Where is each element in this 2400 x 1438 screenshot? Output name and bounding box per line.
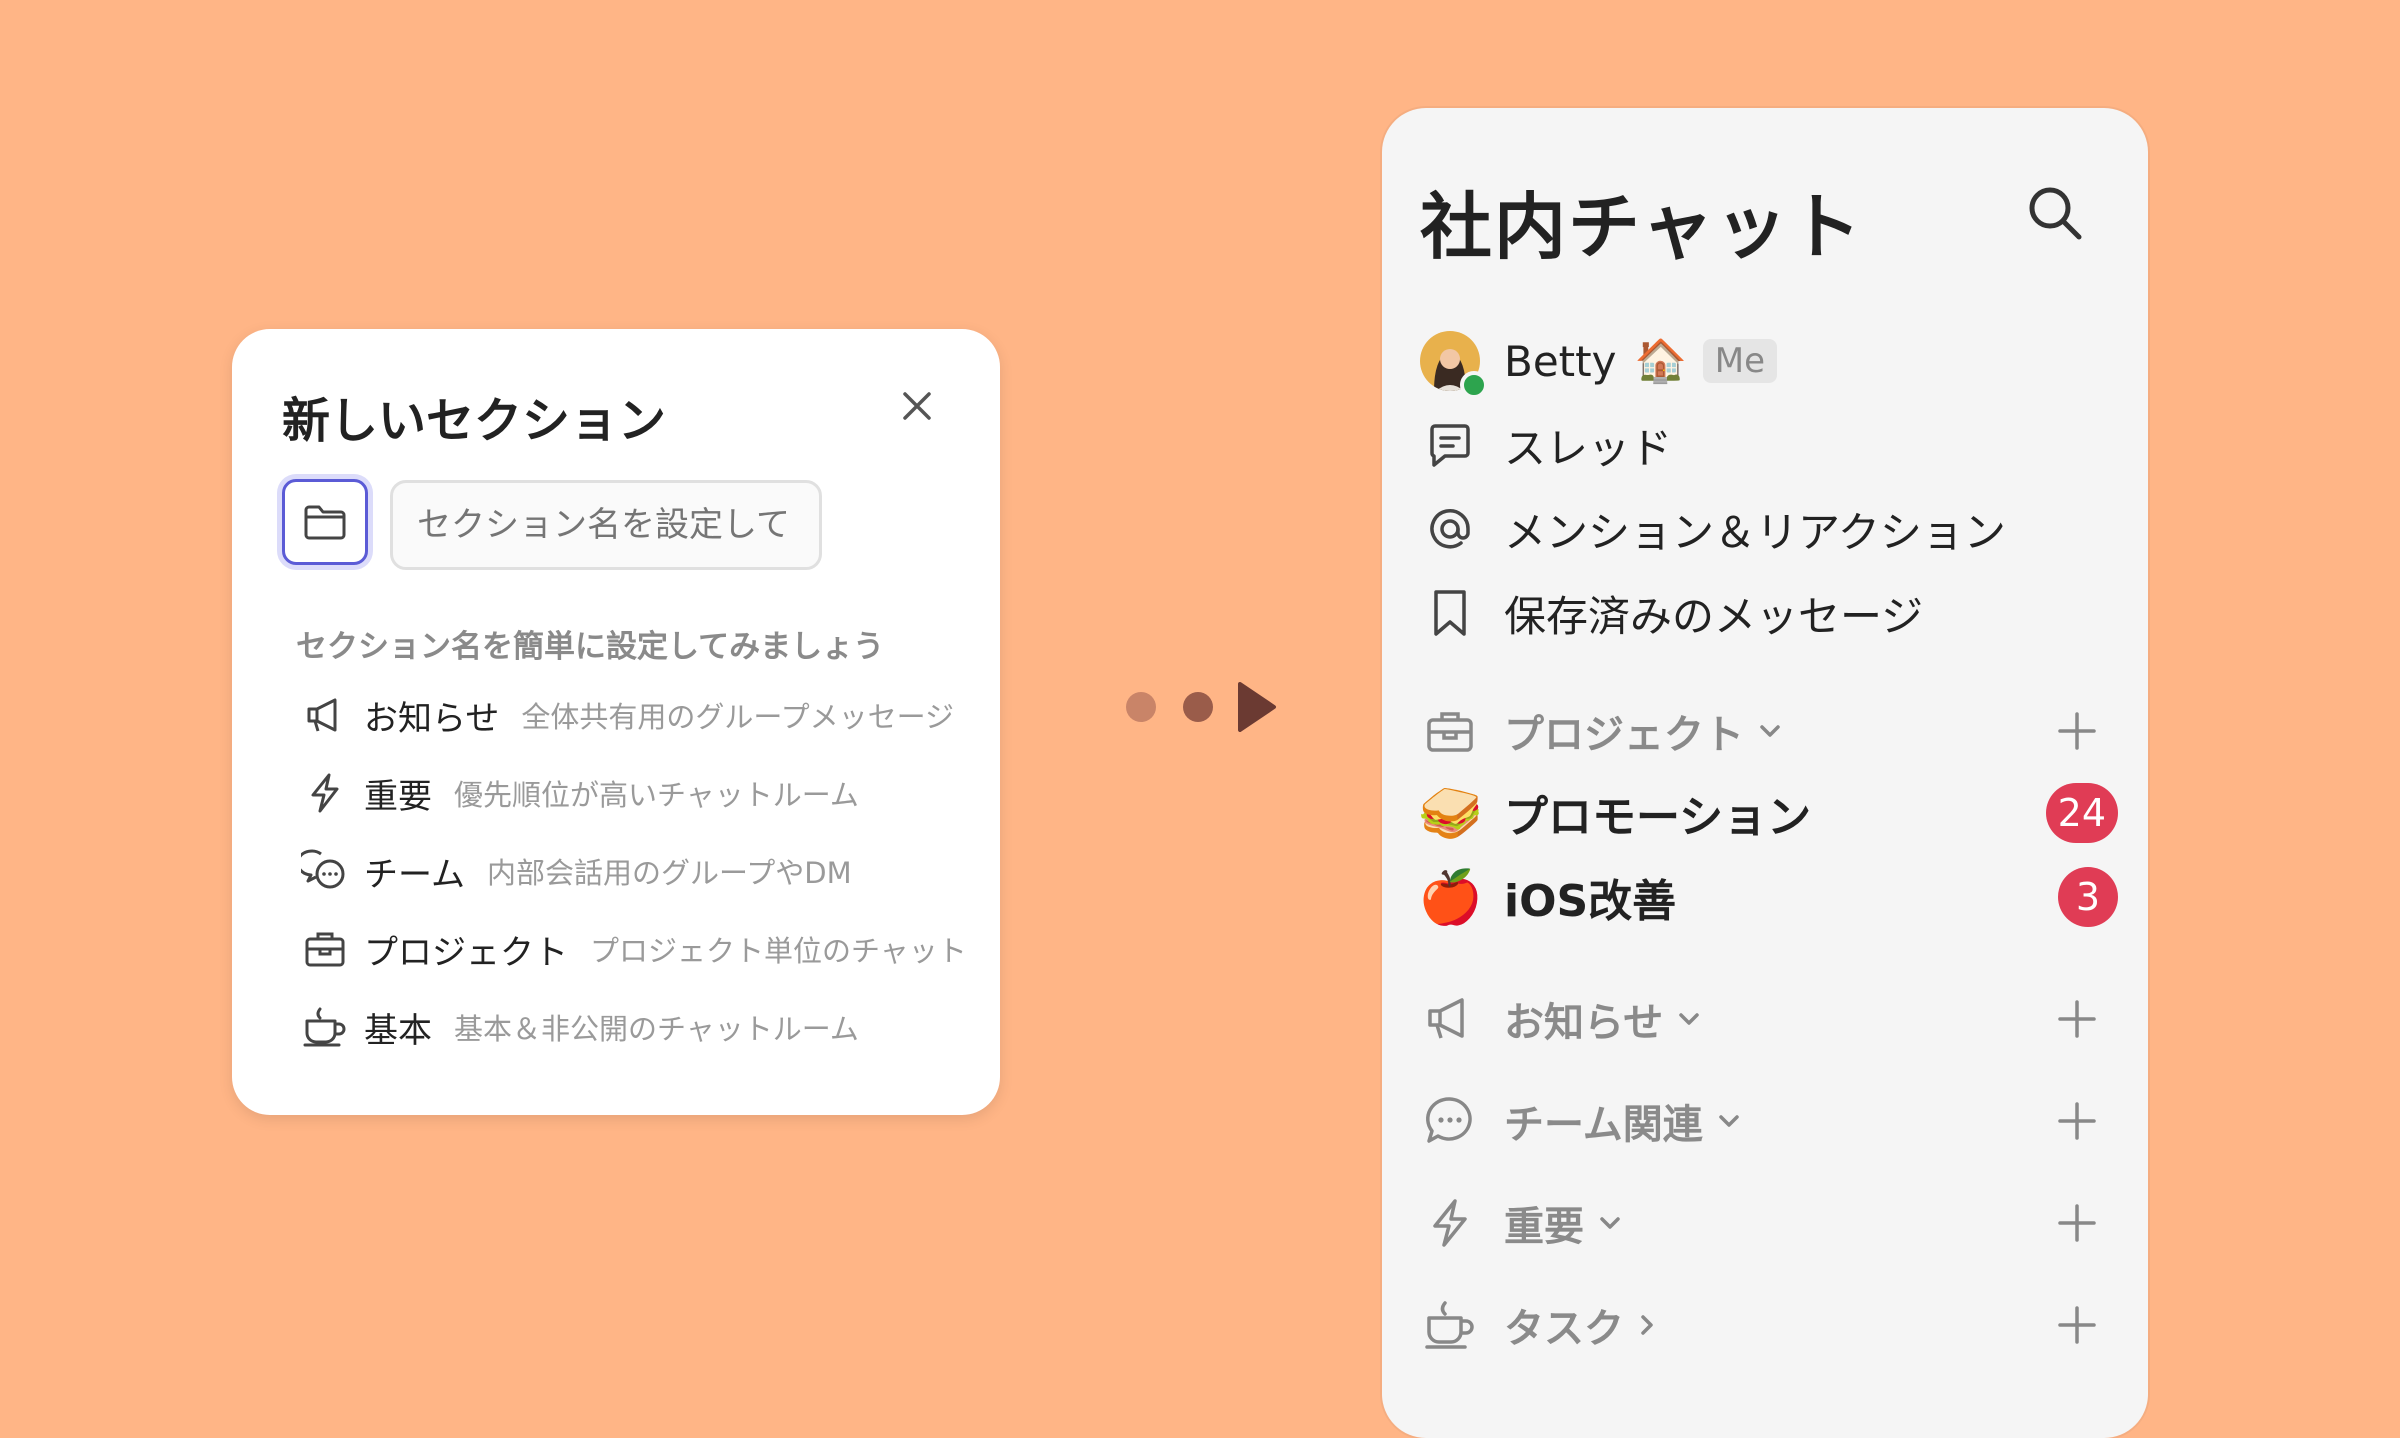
sidebar-item-label: メンション＆リアクション xyxy=(1504,507,2006,557)
folder-icon-button[interactable] xyxy=(282,479,368,565)
chevron-down-icon[interactable] xyxy=(1758,723,1782,739)
channel-emoji: 🍎 xyxy=(1418,867,1483,928)
chevron-right-icon[interactable] xyxy=(1638,1313,1656,1337)
at-icon xyxy=(1418,497,1482,561)
hint-text: セクション名を簡単に設定してみましょう xyxy=(296,629,885,665)
suggestion-desc: 基本＆非公開のチャットルーム xyxy=(454,1012,859,1046)
section-header-team[interactable]: チーム関連 xyxy=(1418,1086,2108,1156)
suggestion-item[interactable]: チーム 内部会話用のグループやDM xyxy=(298,841,852,901)
channel-emoji: 🥪 xyxy=(1418,783,1483,844)
me-badge: Me xyxy=(1702,339,1778,383)
channel-name: プロモーション xyxy=(1504,792,1812,843)
section-label: 重要 xyxy=(1504,1204,1584,1250)
chevron-down-icon[interactable] xyxy=(1717,1113,1741,1129)
suggestion-desc: 優先順位が高いチャットルーム xyxy=(454,778,859,812)
section-header-tasks[interactable]: タスク xyxy=(1418,1290,2108,1360)
sidebar-item-label: 保存済みのメッセージ xyxy=(1504,591,1924,641)
sidebar-item-mentions[interactable]: メンション＆リアクション xyxy=(1418,494,2006,564)
section-label: タスク xyxy=(1504,1306,1624,1352)
unread-badge: 24 xyxy=(2045,783,2118,843)
sidebar-item-label: スレッド xyxy=(1504,423,1673,473)
add-icon[interactable] xyxy=(2056,1100,2098,1142)
workspace-title: 社内チャット xyxy=(1420,185,1864,269)
chat-sidebar: 社内チャット Betty 🏠 Me スレッド メンション＆リアクション 保存済み… xyxy=(1382,108,2148,1438)
section-label: お知らせ xyxy=(1504,1000,1664,1046)
user-profile-item[interactable]: Betty 🏠 Me xyxy=(1418,326,1778,399)
suggestion-name: プロジェクト xyxy=(364,932,568,973)
megaphone-icon xyxy=(298,688,352,742)
user-name: Betty xyxy=(1504,336,1617,386)
search-icon xyxy=(2029,187,2082,240)
chat-bubbles-icon xyxy=(298,844,352,898)
briefcase-icon xyxy=(1418,699,1482,763)
dialog-title: 新しいセクション xyxy=(282,393,667,449)
coffee-cup-icon xyxy=(1418,1293,1482,1357)
suggestion-item[interactable]: お知らせ 全体共有用のグループメッセージ xyxy=(298,685,954,745)
suggestion-desc: 全体共有用のグループメッセージ xyxy=(521,700,955,734)
chevron-down-icon[interactable] xyxy=(1677,1011,1701,1027)
section-label: チーム関連 xyxy=(1504,1102,1703,1148)
channel-item[interactable]: 🥪 プロモーション 24 xyxy=(1418,778,2118,848)
suggestion-item[interactable]: 基本 基本＆非公開のチャットルーム xyxy=(298,997,859,1057)
add-icon[interactable] xyxy=(2056,710,2098,752)
suggestion-name: お知らせ xyxy=(364,698,500,739)
chat-bubbles-icon xyxy=(1418,1089,1482,1153)
new-section-dialog: 新しいセクション セクション名を簡単に設定してみましょう お知らせ 全体共有用の… xyxy=(232,329,1000,1115)
coffee-cup-icon xyxy=(298,1000,352,1054)
transition-arrow xyxy=(1122,682,1282,732)
lightning-icon xyxy=(1418,1191,1482,1255)
close-button[interactable] xyxy=(892,381,942,431)
home-status-emoji: 🏠 xyxy=(1634,336,1687,385)
thread-icon xyxy=(1418,413,1482,477)
sidebar-item-threads[interactable]: スレッド xyxy=(1418,410,1672,480)
suggestion-item[interactable]: 重要 優先順位が高いチャットルーム xyxy=(298,763,859,823)
add-icon[interactable] xyxy=(2056,1202,2098,1244)
suggestion-name: 重要 xyxy=(364,776,432,817)
section-header-project[interactable]: プロジェクト xyxy=(1418,696,2108,766)
section-header-announcements[interactable]: お知らせ xyxy=(1418,984,2108,1054)
add-icon[interactable] xyxy=(2056,1304,2098,1346)
suggestion-name: 基本 xyxy=(364,1010,432,1051)
suggestion-name: チーム xyxy=(364,854,465,895)
sidebar-item-saved[interactable]: 保存済みのメッセージ xyxy=(1418,578,1923,648)
chevron-down-icon[interactable] xyxy=(1598,1215,1622,1231)
close-icon xyxy=(903,392,931,420)
add-icon[interactable] xyxy=(2056,998,2098,1040)
lightning-icon xyxy=(298,766,352,820)
search-button[interactable] xyxy=(2022,180,2088,246)
online-status-dot xyxy=(1460,371,1488,399)
channel-name: iOS改善 xyxy=(1504,876,1677,927)
avatar xyxy=(1418,329,1488,399)
briefcase-icon xyxy=(298,922,352,976)
suggestion-desc: プロジェクト単位のチャット xyxy=(590,934,967,968)
bookmark-icon xyxy=(1418,581,1482,645)
suggestion-item[interactable]: プロジェクト プロジェクト単位のチャット xyxy=(298,919,967,979)
megaphone-icon xyxy=(1418,987,1482,1051)
section-label: プロジェクト xyxy=(1504,712,1744,758)
unread-badge: 3 xyxy=(2058,867,2118,927)
channel-item[interactable]: 🍎 iOS改善 3 xyxy=(1418,862,2118,932)
section-header-important[interactable]: 重要 xyxy=(1418,1188,2108,1258)
section-name-input[interactable] xyxy=(390,480,822,570)
folder-icon xyxy=(304,505,346,540)
suggestion-desc: 内部会話用のグループやDM xyxy=(486,856,852,890)
